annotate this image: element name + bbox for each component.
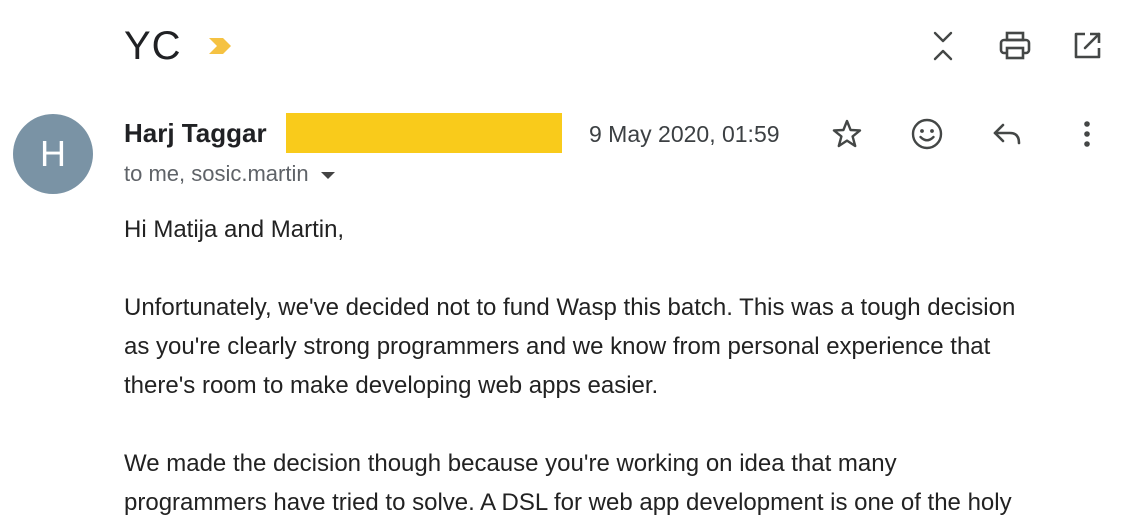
email-greeting: Hi Matija and Martin, (124, 216, 345, 243)
email-paragraph: Unfortunately, we've decided not to fund… (124, 294, 1016, 399)
sender-name[interactable]: Harj Taggar (124, 116, 267, 150)
recipients-text: to me, sosic.martin (124, 161, 309, 186)
email-paragraph: We made the decision though because you'… (124, 450, 1012, 516)
redacted-email-address (286, 113, 562, 153)
star-icon[interactable] (829, 116, 865, 152)
print-icon[interactable] (997, 28, 1033, 64)
sender-avatar[interactable]: H (13, 114, 93, 194)
more-options-icon[interactable] (1069, 116, 1105, 152)
chevron-down-icon[interactable] (320, 171, 335, 179)
reply-icon[interactable] (989, 116, 1025, 152)
recipients-toggle[interactable]: to me, sosic.martin (124, 160, 335, 188)
expand-collapse-icon[interactable] (925, 28, 961, 64)
email-subject: YC (124, 24, 182, 68)
open-in-new-window-icon[interactable] (1069, 28, 1105, 64)
message-date: 9 May 2020, 01:59 (589, 121, 780, 147)
emoji-reaction-icon[interactable] (909, 116, 945, 152)
importance-marker-icon[interactable] (207, 36, 233, 56)
